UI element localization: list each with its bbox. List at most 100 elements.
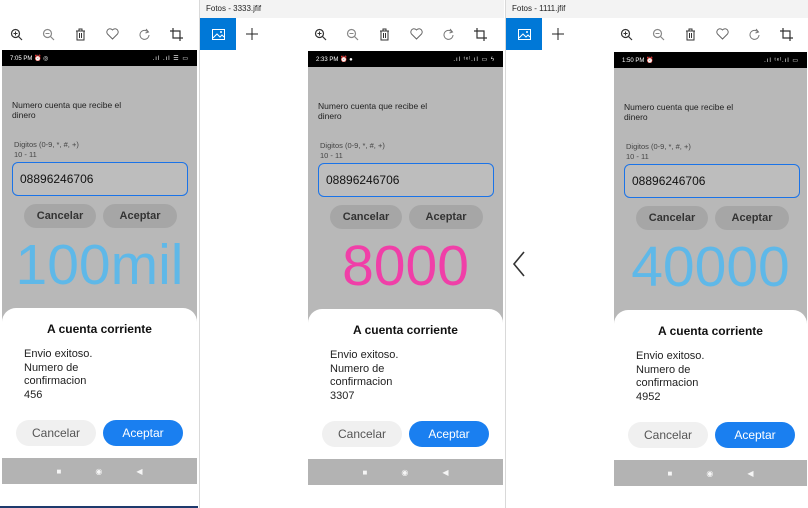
rotate-icon[interactable] <box>738 18 770 50</box>
dialog-title: A cuenta corriente <box>47 322 152 336</box>
back-icon[interactable]: ◀ <box>136 467 142 476</box>
dialog-line-number: Numero de <box>636 363 691 376</box>
crop-icon[interactable] <box>464 18 496 50</box>
account-number-field[interactable]: 08896246706 <box>624 164 800 198</box>
zoom-out-icon[interactable] <box>32 18 64 50</box>
form-accept-button[interactable]: Aceptar <box>715 206 789 230</box>
form-button-row: Cancelar Aceptar <box>614 206 807 230</box>
dialog-line-success: Envio exitoso. <box>636 350 705 362</box>
crop-icon[interactable] <box>160 18 192 50</box>
dialog-line-number: Numero de <box>24 361 79 374</box>
digits-hint-chars: Digitos (0-9, *, #, +) <box>320 141 385 150</box>
photo-viewer-window-3: Fotos - 1111.jfif 1:50 PM ⏰ .ıl ᵗᵉˡ.ıl ▭… <box>505 0 808 508</box>
new-tab-icon[interactable] <box>236 18 268 50</box>
amount-display: 8000 <box>342 234 469 298</box>
delete-icon[interactable] <box>674 18 706 50</box>
account-number-field[interactable]: 08896246706 <box>12 162 188 196</box>
favorite-icon[interactable] <box>400 18 432 50</box>
toolbar <box>200 18 504 50</box>
favorite-icon[interactable] <box>706 18 738 50</box>
form-button-row: Cancelar Aceptar <box>308 205 503 229</box>
confirmation-number: 4952 <box>636 390 661 403</box>
dialog-line-confirmation: confirmacion <box>24 375 87 387</box>
form-accept-button[interactable]: Aceptar <box>103 204 177 228</box>
window-title: Fotos - 1111.jfif <box>506 0 808 18</box>
zoom-in-icon[interactable] <box>304 18 336 50</box>
confirmation-dialog: A cuenta corriente Envio exitoso. Numero… <box>2 308 197 458</box>
digits-hint-length: 10 - 11 <box>14 150 37 159</box>
phone-status-bar: 1:50 PM ⏰ .ıl ᵗᵉˡ.ıl ▭ <box>614 52 807 68</box>
digits-hint: Digitos (0-9, *, #, +) 10 - 11 <box>14 140 79 160</box>
image-tab-icon[interactable] <box>200 18 236 50</box>
dialog-line-confirmation: confirmacion <box>636 377 699 389</box>
toolbar <box>506 18 808 50</box>
dialog-accept-button[interactable]: Aceptar <box>103 420 183 446</box>
digits-hint-chars: Digitos (0-9, *, #, +) <box>14 140 79 149</box>
dialog-cancel-button[interactable]: Cancelar <box>322 421 402 447</box>
amount-display: 40000 <box>631 235 790 299</box>
account-number-field[interactable]: 08896246706 <box>318 163 494 197</box>
recent-apps-icon[interactable]: ■ <box>57 467 62 476</box>
image-tab-icon[interactable] <box>506 18 542 50</box>
new-tab-icon[interactable] <box>542 18 574 50</box>
phone-nav-bar: ■ ◉ ◀ <box>308 459 503 485</box>
form-cancel-button[interactable]: Cancelar <box>24 204 96 228</box>
home-icon[interactable]: ◉ <box>706 469 713 478</box>
confirmation-number: 3307 <box>330 389 355 402</box>
zoom-in-icon[interactable] <box>610 18 642 50</box>
receiving-account-label: Numero cuenta que recibe el dinero <box>624 102 734 122</box>
status-icons: .ıl ᵗᵉˡ.ıl ▭ <box>764 57 799 64</box>
form-cancel-button[interactable]: Cancelar <box>636 206 708 230</box>
home-icon[interactable]: ◉ <box>95 467 102 476</box>
receiving-account-label: Numero cuenta que recibe el dinero <box>318 101 428 121</box>
recent-apps-icon[interactable]: ■ <box>668 469 673 478</box>
photo-viewer-window-2: Fotos - 3333.jfif 2:33 PM ⏰ ● .ıl ᵗᵉˡ.ıl… <box>199 0 504 508</box>
phone-nav-bar: ■ ◉ ◀ <box>614 460 807 486</box>
confirmation-dialog: A cuenta corriente Envio exitoso. Numero… <box>308 309 503 459</box>
form-cancel-button[interactable]: Cancelar <box>330 205 402 229</box>
dialog-message: Envio exitoso. Numero de confirmacion 33… <box>330 349 450 403</box>
phone-nav-bar: ■ ◉ ◀ <box>2 458 197 484</box>
dialog-title: A cuenta corriente <box>353 323 458 337</box>
dialog-accept-button[interactable]: Aceptar <box>409 421 489 447</box>
rotate-icon[interactable] <box>432 18 464 50</box>
zoom-in-icon[interactable] <box>0 18 32 50</box>
digits-hint-length: 10 - 11 <box>626 152 649 161</box>
dialog-accept-button[interactable]: Aceptar <box>715 422 795 448</box>
dialog-message: Envio exitoso. Numero de confirmacion 49… <box>636 350 756 404</box>
photo-viewer-window-1: 7:05 PM ⏰ ◎ .ıl .ıl ☰ ▭ Numero cuenta qu… <box>0 0 198 508</box>
dialog-cancel-button[interactable]: Cancelar <box>16 420 96 446</box>
phone-screenshot: 1:50 PM ⏰ .ıl ᵗᵉˡ.ıl ▭ Numero cuenta que… <box>614 52 807 486</box>
dialog-cancel-button[interactable]: Cancelar <box>628 422 708 448</box>
status-icons: .ıl .ıl ☰ ▭ <box>152 55 189 62</box>
digits-hint-chars: Digitos (0-9, *, #, +) <box>626 142 691 151</box>
back-icon[interactable]: ◀ <box>442 468 448 477</box>
status-time: 1:50 PM ⏰ <box>622 57 654 64</box>
home-icon[interactable]: ◉ <box>401 468 408 477</box>
digits-hint: Digitos (0-9, *, #, +) 10 - 11 <box>626 142 691 162</box>
phone-status-bar: 7:05 PM ⏰ ◎ .ıl .ıl ☰ ▭ <box>2 50 197 66</box>
confirmation-number: 456 <box>24 388 43 401</box>
amount-display: 100mil <box>15 233 184 297</box>
digits-hint-length: 10 - 11 <box>320 151 343 160</box>
zoom-out-icon[interactable] <box>642 18 674 50</box>
status-icons: .ıl ᵗᵉˡ.ıl ▭ ϟ <box>453 56 495 63</box>
delete-icon[interactable] <box>64 18 96 50</box>
dialog-line-success: Envio exitoso. <box>330 349 399 361</box>
dialog-line-confirmation: confirmacion <box>330 376 393 388</box>
rotate-icon[interactable] <box>128 18 160 50</box>
window-title: Fotos - 3333.jfif <box>200 0 504 18</box>
dialog-message: Envio exitoso. Numero de confirmacion 45… <box>24 348 144 402</box>
recent-apps-icon[interactable]: ■ <box>363 468 368 477</box>
receiving-account-label: Numero cuenta que recibe el dinero <box>12 100 122 120</box>
digits-hint: Digitos (0-9, *, #, +) 10 - 11 <box>320 141 385 161</box>
favorite-icon[interactable] <box>96 18 128 50</box>
zoom-out-icon[interactable] <box>336 18 368 50</box>
crop-icon[interactable] <box>770 18 802 50</box>
dialog-title: A cuenta corriente <box>658 324 763 338</box>
previous-chevron-icon[interactable] <box>510 250 530 278</box>
delete-icon[interactable] <box>368 18 400 50</box>
form-accept-button[interactable]: Aceptar <box>409 205 483 229</box>
back-icon[interactable]: ◀ <box>747 469 753 478</box>
dialog-line-number: Numero de <box>330 362 385 375</box>
